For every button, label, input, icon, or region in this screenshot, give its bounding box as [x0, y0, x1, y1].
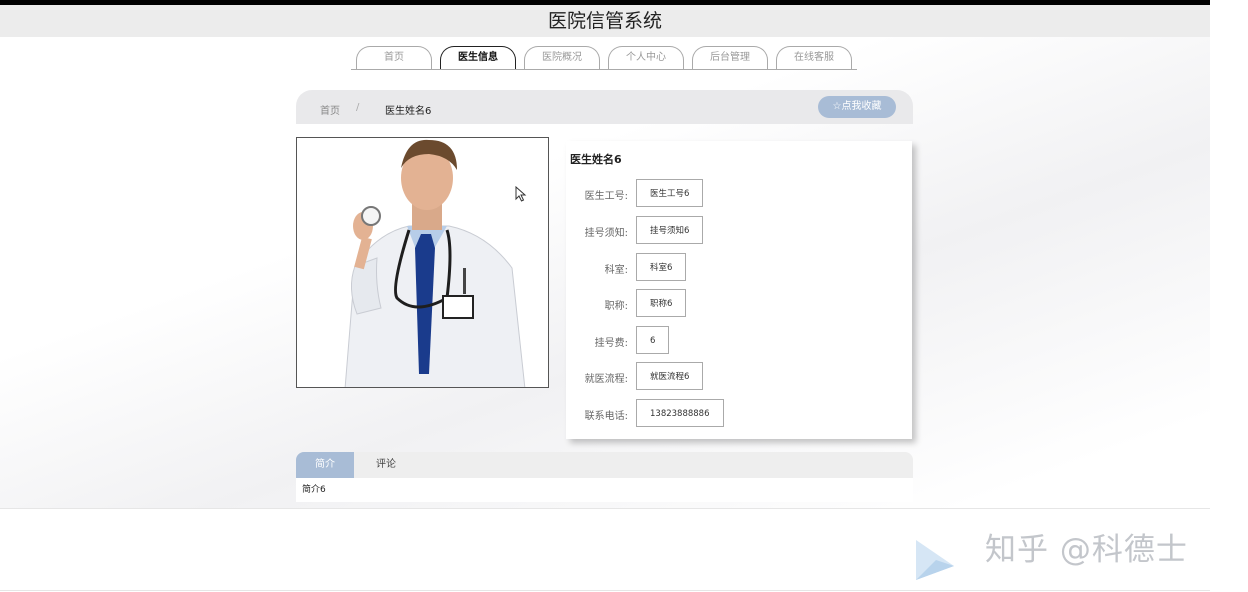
field-value-fee: 6 — [636, 326, 670, 354]
field-label: 联系电话: — [584, 411, 628, 422]
footer-divider — [0, 508, 1210, 509]
breadcrumb-separator: / — [356, 102, 360, 113]
field-label: 科室: — [604, 265, 628, 276]
favorite-button[interactable]: ☆点我收藏 — [818, 96, 896, 118]
breadcrumb: 首页 / 医生姓名6 ☆点我收藏 — [296, 90, 913, 124]
intro-content: 简介6 — [296, 478, 913, 502]
field-row-doctor-id: 医生工号: — [566, 179, 628, 209]
doctor-illustration — [297, 138, 548, 387]
watermark-logo-icon — [916, 540, 954, 580]
field-row-registration-notice: 挂号须知: — [566, 216, 628, 246]
field-label: 职称: — [604, 301, 628, 312]
field-row-department: 科室: — [566, 253, 628, 283]
nav-tab-personal-center[interactable]: 个人中心 — [603, 46, 689, 70]
field-label: 挂号费: — [594, 338, 628, 349]
field-label: 医生工号: — [584, 191, 628, 202]
tab-intro[interactable]: 简介 — [296, 452, 354, 478]
field-row-process: 就医流程: — [566, 362, 628, 392]
mouse-cursor-icon — [515, 186, 527, 202]
nav-tab-hospital-overview[interactable]: 医院概况 — [519, 46, 605, 70]
field-label: 挂号须知: — [584, 228, 628, 239]
field-label: 就医流程: — [584, 374, 628, 385]
footer-divider-bottom — [0, 590, 1210, 591]
nav-tab-online-service[interactable]: 在线客服 — [771, 46, 857, 70]
field-value-registration-notice: 挂号须知6 — [636, 216, 704, 244]
tab-review[interactable]: 评论 — [376, 452, 396, 478]
field-row-phone: 联系电话: — [566, 399, 628, 429]
field-row-fee: 挂号费: — [566, 326, 628, 356]
nav-tab-admin[interactable]: 后台管理 — [687, 46, 773, 70]
watermark-text: 知乎 @科德士 — [985, 532, 1188, 568]
nav-tab-doctor-info[interactable]: 医生信息 — [435, 46, 521, 70]
breadcrumb-home-link[interactable]: 首页 — [320, 102, 340, 117]
field-value-doctor-id: 医生工号6 — [636, 179, 704, 207]
doctor-name: 医生姓名6 — [570, 153, 622, 166]
detail-tabs: 简介 评论 — [296, 452, 913, 478]
doctor-info-card: 医生姓名6 医生工号: 医生工号6 挂号须知: 挂号须知6 科室: 科室6 职称… — [566, 141, 912, 439]
right-gutter — [1210, 0, 1248, 592]
field-row-title: 职称: — [566, 289, 628, 319]
field-value-process: 就医流程6 — [636, 362, 704, 390]
breadcrumb-current: 医生姓名6 — [385, 106, 432, 117]
field-value-title: 职称6 — [636, 289, 687, 317]
field-value-phone: 13823888886 — [636, 399, 724, 427]
main-nav: 首页 医生信息 医院概况 个人中心 后台管理 在线客服 — [351, 46, 857, 70]
field-value-department: 科室6 — [636, 253, 687, 281]
nav-tab-home[interactable]: 首页 — [351, 46, 437, 70]
site-header: 医院信管系统 — [0, 5, 1210, 37]
site-title: 医院信管系统 — [547, 10, 662, 32]
doctor-photo — [296, 137, 549, 388]
